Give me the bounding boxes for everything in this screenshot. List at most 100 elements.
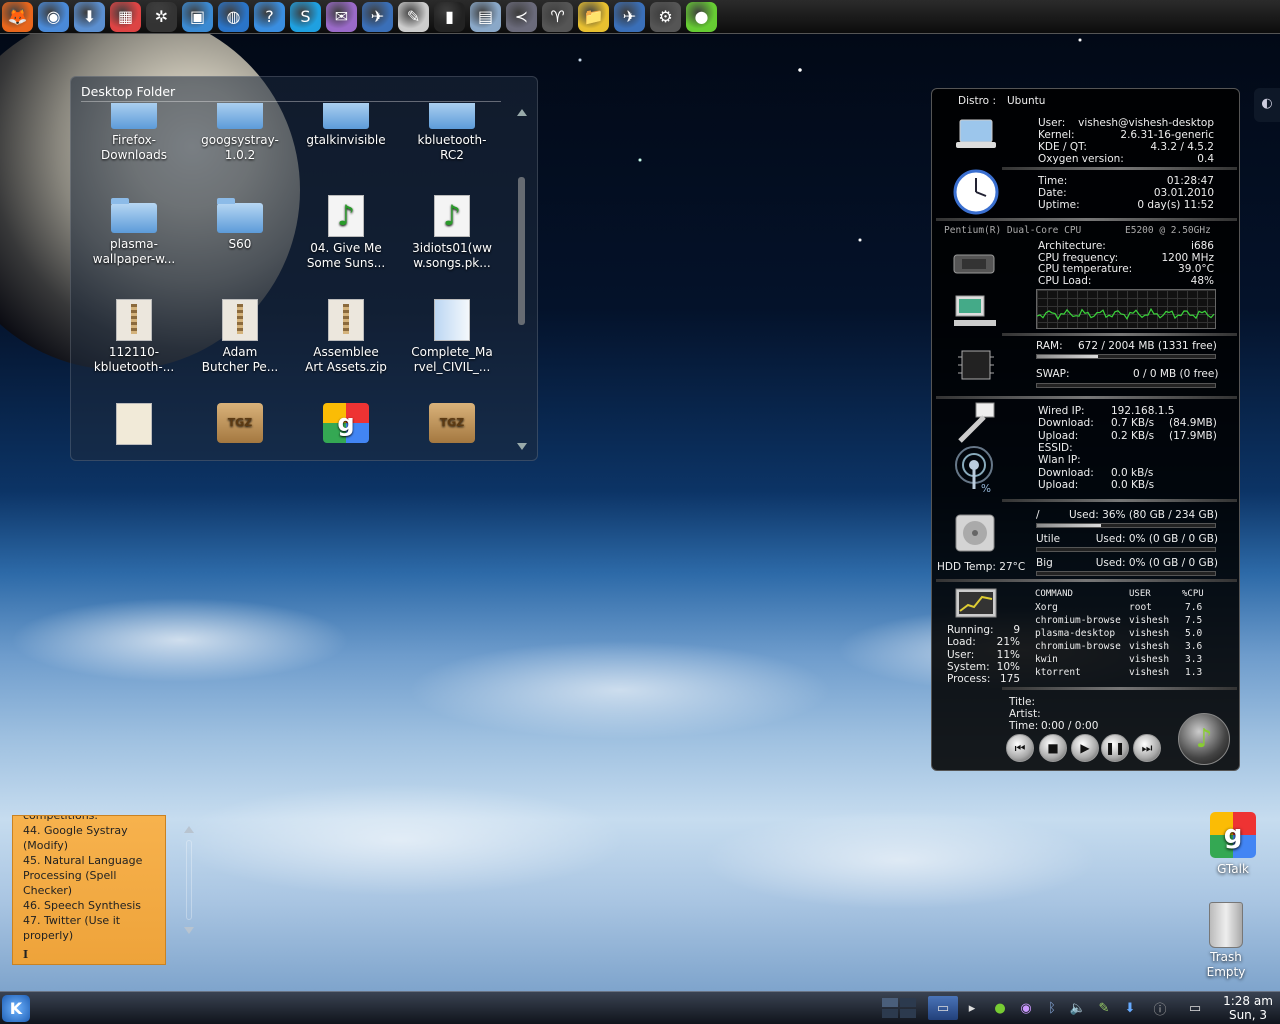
cpu-chip-icon (952, 247, 996, 279)
divider (1002, 687, 1237, 690)
info-value: 01:28:47 (1166, 175, 1214, 187)
proc-column-header: COMMAND (1035, 589, 1073, 599)
play-button[interactable]: ▶ (1071, 734, 1099, 762)
folder-item[interactable]: S60 (187, 181, 293, 252)
help-icon[interactable]: ? (254, 1, 285, 32)
swap-usage-bar (1036, 383, 1216, 388)
folder-item[interactable]: ♪ 3idiots01(ww w.songs.pk... (399, 181, 505, 271)
gtalk-desktop-icon[interactable]: g GTalk (1201, 812, 1265, 877)
trash-desktop-icon[interactable]: Trash Empty (1194, 902, 1258, 980)
note-line: 46. Speech Synthesis (23, 899, 142, 912)
clock-widget[interactable]: 1:28 am Sun, 3 Jan (1218, 994, 1278, 1024)
proc-table-cell: 3.6 (1185, 641, 1203, 652)
scroll-up-arrow-icon[interactable] (184, 826, 194, 833)
folder-item-label: googsystray- 1.0.2 (201, 133, 279, 162)
scroll-down-arrow-icon[interactable] (184, 927, 194, 934)
net-key: Wired IP: (1038, 405, 1085, 417)
pidgin-icon[interactable]: ✉ (326, 1, 357, 32)
chromium-icon[interactable]: ◉ (38, 1, 69, 32)
net-value: 0.7 KB/s (1111, 417, 1155, 430)
folder-item[interactable] (81, 389, 187, 449)
skype-icon[interactable]: S (290, 1, 321, 32)
scroll-thumb[interactable] (518, 177, 525, 325)
folder-icon[interactable]: 📁 (578, 1, 609, 32)
wifi-signal-percent: % (981, 483, 991, 495)
stop-button[interactable]: ■ (1039, 734, 1067, 762)
info-row: Architecture: i686 (1038, 240, 1214, 253)
folder-item[interactable]: TGZ (399, 389, 505, 447)
note-line: properly) (23, 929, 74, 942)
download-icon[interactable]: ⬇ (74, 1, 105, 32)
trash-icon (1209, 902, 1243, 948)
kopete-tray-icon[interactable]: ● (988, 996, 1012, 1020)
bluetooth-tray-icon[interactable]: ᛒ (1040, 996, 1064, 1020)
folder-item-label: Firefox- Downloads (101, 133, 167, 162)
info-value: i686 (1191, 240, 1214, 252)
notifications-info-icon[interactable]: ⓘ (1148, 996, 1172, 1020)
proc-table-cell: chromium-browse (1035, 615, 1121, 626)
chat-tray-icon[interactable]: ◉ (1014, 996, 1038, 1020)
drive-icon[interactable]: ▤ (470, 1, 501, 32)
show-desktop-button[interactable]: ▭ (928, 996, 958, 1020)
folder-item-label: 04. Give Me Some Suns... (306, 241, 386, 270)
folder-item[interactable]: googsystray- 1.0.2 (187, 103, 293, 163)
scroll-down-arrow-icon[interactable] (517, 443, 527, 450)
tray-expand-arrow-icon[interactable]: ▸ (964, 996, 980, 1020)
note-scrollbar[interactable] (180, 826, 198, 934)
folder-item[interactable]: Firefox- Downloads (81, 103, 187, 163)
folder-item[interactable]: plasma- wallpaper-w... (81, 181, 187, 267)
folder-item[interactable]: Complete_Ma rvel_CIVIL_... (399, 285, 505, 375)
folder-item[interactable]: Adam Butcher Pe... (187, 285, 293, 375)
proc-stat-value: 9 (1013, 624, 1020, 636)
cpu-model-speed: E5200 @ 2.50GHz (1125, 225, 1211, 236)
plasma-widget-handle[interactable]: ◐ (1254, 88, 1280, 122)
proc-table-cell: 3.3 (1185, 654, 1203, 665)
distro-value: Ubuntu (1007, 95, 1046, 107)
sticky-note-widget[interactable]: competitions. 44. Google Systray (Modify) 4… (12, 815, 166, 965)
image-viewer-icon[interactable]: ▣ (182, 1, 213, 32)
downloads-tray-icon[interactable]: ⬇ (1118, 996, 1142, 1020)
pager-widget[interactable] (880, 996, 918, 1020)
folder-item[interactable]: Assemblee Art Assets.zip (293, 285, 399, 375)
proc-table-cell: Xorg (1035, 602, 1058, 613)
music-player-logo-icon[interactable]: ♪ (1178, 713, 1230, 765)
folder-item[interactable]: kbluetooth- RC2 (399, 103, 505, 163)
proc-table-cell: ktorrent (1035, 667, 1081, 678)
pause-button[interactable]: ❚❚ (1101, 734, 1129, 762)
proc-table-cell: 7.6 (1185, 602, 1203, 613)
cpu-load-graph (1036, 289, 1216, 329)
terminal-icon[interactable]: ▮ (434, 1, 465, 32)
text-editor-icon[interactable]: ✎ (398, 1, 429, 32)
network-icon[interactable]: ◍ (218, 1, 249, 32)
network-tray-icon[interactable]: ✎ (1092, 996, 1116, 1020)
settings-gear-icon[interactable]: ✲ (146, 1, 177, 32)
dropbox-icon[interactable]: ≺ (506, 1, 537, 32)
next-track-button[interactable]: ⏭ (1133, 734, 1161, 762)
scroll-up-arrow-icon[interactable] (517, 109, 527, 116)
folder-scrollbar[interactable] (515, 107, 529, 452)
clock-time: 1:28 am (1223, 994, 1273, 1008)
kickoff-menu-button[interactable]: K (2, 995, 30, 1022)
joystick-icon[interactable]: ⚙ (650, 1, 681, 32)
volume-tray-icon[interactable]: 🔈 (1066, 996, 1090, 1020)
disk-mount: Big (1036, 557, 1053, 569)
network-manager-icon[interactable]: ✈ (614, 1, 645, 32)
net-value: 192.168.1.5 (1111, 405, 1175, 417)
kopete-icon[interactable]: ✈ (362, 1, 393, 32)
gnu-icon[interactable]: ♈ (542, 1, 573, 32)
display-tray-icon[interactable]: ▭ (1180, 996, 1210, 1020)
folder-item[interactable]: TGZ (187, 389, 293, 447)
folder-item[interactable]: g (293, 389, 399, 447)
folder-item-label: S60 (228, 237, 252, 251)
folder-item[interactable]: ♪ 04. Give Me Some Suns... (293, 181, 399, 271)
previous-track-button[interactable]: ⏮ (1006, 734, 1034, 762)
folder-item[interactable]: gtalkinvisible (293, 103, 399, 148)
windows-icon[interactable]: ▦ (110, 1, 141, 32)
proc-stat-value: 175 (999, 673, 1020, 686)
info-row: CPU temperature: 39.0°C (1038, 263, 1214, 276)
folder-item[interactable]: 112110- kbluetooth-... (81, 285, 187, 375)
adium-duck-icon[interactable]: ● (686, 1, 717, 32)
scroll-thumb[interactable] (186, 840, 192, 920)
firefox-icon[interactable]: 🦊 (2, 1, 33, 32)
info-value: 0.4 (1197, 153, 1214, 165)
